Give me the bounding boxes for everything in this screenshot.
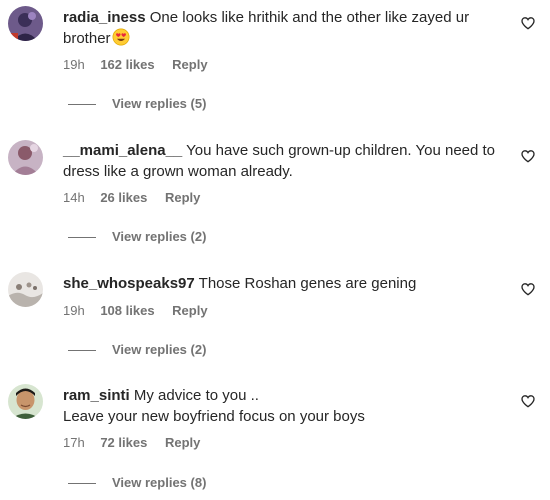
comment-time: 14h (63, 190, 85, 205)
comment-likes[interactable]: 26 likes (100, 190, 147, 205)
comment-time: 19h (63, 303, 85, 318)
comment-body: radia_iness One looks like hrithik and t… (63, 7, 511, 49)
replies-divider-line (68, 483, 96, 485)
view-replies-button[interactable]: View replies (8) (68, 475, 206, 490)
comment-body: __mami_alena__ You have such grown-up ch… (63, 140, 511, 182)
comment-meta: 19h 108 likes Reply (63, 303, 208, 318)
heart-outline-icon[interactable] (520, 15, 536, 31)
comment-time: 17h (63, 435, 85, 450)
avatar-image (8, 140, 43, 175)
replies-divider-line (68, 237, 96, 239)
view-replies-label: View replies (2) (112, 229, 207, 244)
comment-body: she_whospeaks97 Those Roshan genes are g… (63, 273, 511, 294)
avatar[interactable] (8, 140, 43, 175)
view-replies-label: View replies (8) (112, 475, 207, 490)
reply-button[interactable]: Reply (172, 57, 207, 72)
heart-outline-icon[interactable] (520, 281, 536, 297)
comment-text: Those Roshan genes are gening (198, 275, 417, 292)
avatar[interactable] (8, 272, 43, 307)
avatar-image (8, 6, 43, 41)
heart-eyes-emoji-icon (112, 28, 129, 46)
view-replies-button[interactable]: View replies (2) (68, 342, 206, 357)
comment-text-line-1: My advice to you .. (133, 387, 259, 404)
reply-button[interactable]: Reply (165, 190, 200, 205)
comment-time: 19h (63, 57, 85, 72)
comment-likes[interactable]: 108 likes (100, 303, 154, 318)
reply-button[interactable]: Reply (165, 435, 200, 450)
view-replies-label: View replies (2) (112, 342, 207, 357)
heart-outline-icon[interactable] (520, 393, 536, 409)
view-replies-button[interactable]: View replies (5) (68, 96, 206, 111)
comment-username[interactable]: radia_iness (63, 9, 146, 26)
comment-text-line-2: Leave your new boyfriend focus on your b… (63, 408, 365, 425)
avatar-image (8, 384, 43, 419)
replies-divider-line (68, 104, 96, 106)
view-replies-button[interactable]: View replies (2) (68, 229, 206, 244)
comment-username[interactable]: ram_sinti (63, 387, 130, 404)
comment-meta: 14h 26 likes Reply (63, 190, 200, 205)
reply-button[interactable]: Reply (172, 303, 207, 318)
comment-username[interactable]: __mami_alena__ (63, 142, 182, 159)
comment-likes[interactable]: 72 likes (100, 435, 147, 450)
comment-meta: 19h 162 likes Reply (63, 57, 208, 72)
view-replies-label: View replies (5) (112, 96, 207, 111)
replies-divider-line (68, 350, 96, 352)
avatar[interactable] (8, 384, 43, 419)
avatar-image (8, 272, 43, 307)
avatar[interactable] (8, 6, 43, 41)
comment-meta: 17h 72 likes Reply (63, 435, 200, 450)
heart-outline-icon[interactable] (520, 148, 536, 164)
comment-body: ram_sinti My advice to you .. Leave your… (63, 385, 511, 427)
comment-likes[interactable]: 162 likes (100, 57, 154, 72)
comment-username[interactable]: she_whospeaks97 (63, 275, 195, 292)
